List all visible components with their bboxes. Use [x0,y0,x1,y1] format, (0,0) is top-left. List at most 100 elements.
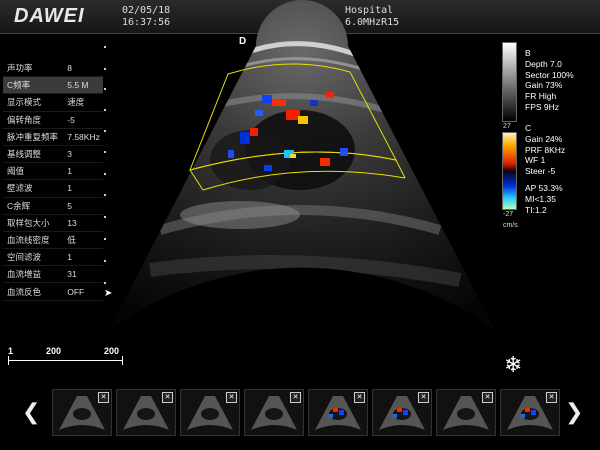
param-label: 血流线密度 [7,234,50,245]
info-line: AP 53.3% [525,182,563,193]
param-row-flow-gain[interactable]: 血流增益 31 [3,266,103,284]
color-velocity-bar [502,132,517,210]
info-line: FR High [525,91,557,102]
parameter-panel: 声功率 8 C频率 5.5 M 显示模式 速度 偏转角度 -5 脉冲重复频率 7.58KH… [3,60,103,301]
param-row-packet-size[interactable]: 取样包大小 13 [3,215,103,232]
param-label: 取样包大小 [7,217,50,228]
param-row-line-density[interactable]: 血流线密度 低 [3,232,103,250]
orientation-mark: D [239,36,247,47]
depth-dot [104,260,106,262]
grayscale-bar [502,42,517,122]
param-row-wall-filter[interactable]: 壁滤波 1 [3,180,103,198]
snowflake-icon[interactable]: ❄ [504,354,522,376]
param-label: 阈值 [7,166,25,177]
param-row-baseline[interactable]: 基线调整 3 [3,146,103,164]
cine-thumbnail[interactable]: ✕ [180,389,240,436]
depth-dot [104,216,106,218]
param-label: 偏转角度 [7,114,42,125]
param-label: 脉冲重复频率 [7,131,59,142]
cine-thumbnail[interactable]: ✕ [436,389,496,436]
param-row-invert[interactable]: 血流反色 OFF [3,283,103,301]
info-line: Sector 100% [525,69,574,80]
info-line: Steer -5 [525,166,556,177]
scale-mid: 200 [46,346,62,356]
focus-marker-icon: ➤ [104,288,113,299]
scale-end: 200 [104,346,120,356]
depth-dot [104,130,106,132]
param-value: 1 [67,252,72,263]
param-value: 1 [67,166,72,177]
param-value: 低 [67,234,76,245]
param-row-prf[interactable]: 脉冲重复频率 7.58KHz [3,129,103,146]
depth-dot [104,238,106,240]
param-row-steer-angle[interactable]: 偏转角度 -5 [3,112,103,129]
info-line: TI:1.2 [525,204,547,215]
close-icon[interactable]: ✕ [98,392,109,403]
param-value: 13 [67,217,77,228]
color-mode-info: C Gain 24% PRF 8KHz WF 1 Steer -5 AP 53.… [525,123,565,215]
depth-dot [104,173,106,175]
info-line: C [525,123,532,133]
cine-thumbnail[interactable]: ✕ [308,389,368,436]
param-value: 31 [67,269,77,280]
param-value: 5 [67,200,72,211]
info-line: Gain 73% [525,80,563,91]
param-label: 血流增益 [7,269,42,280]
info-line: MI<1.35 [525,193,556,204]
depth-dot [104,109,106,111]
cine-thumbnail[interactable]: ✕ [244,389,304,436]
depth-dot [104,151,106,153]
cine-thumbnail[interactable]: ✕ [372,389,432,436]
param-label: 血流反色 [7,286,42,297]
info-line: Gain 24% [525,133,563,144]
param-row-power[interactable]: 声功率 8 [3,60,103,78]
param-label: C余辉 [7,200,31,211]
param-label: C频率 [7,80,31,91]
param-value: 8 [67,63,72,74]
param-row-display-mode[interactable]: 显示模式 速度 [3,94,103,112]
cine-thumbnail[interactable]: ✕ [500,389,560,436]
cine-thumbnail[interactable]: ✕ [52,389,112,436]
cine-thumbnail[interactable]: ✕ [116,389,176,436]
colorbar-bottom-value: -27 [503,211,514,218]
param-row-persistence[interactable]: C余辉 5 [3,198,103,215]
depth-dot [104,194,106,196]
param-label: 壁滤波 [7,183,33,194]
chevron-right-icon[interactable]: ❯ [565,399,583,425]
depth-dot [104,46,106,48]
close-icon[interactable]: ✕ [546,392,557,403]
param-value: 7.58KHz [67,131,100,142]
info-line: Depth 7.0 [525,58,562,69]
depth-dot [104,88,106,90]
param-value: 速度 [67,97,85,108]
close-icon[interactable]: ✕ [162,392,173,403]
param-row-c-frequency[interactable]: C频率 5.5 M [3,77,103,95]
colorbar-unit: cm/s [503,222,518,229]
close-icon[interactable]: ✕ [226,392,237,403]
param-value: 1 [67,183,72,194]
scale-start: 1 [8,346,14,356]
depth-dot [104,68,106,70]
param-value: OFF [67,286,85,297]
param-label: 声功率 [7,63,33,74]
colorbar-top-value: 27 [503,123,511,130]
chevron-left-icon[interactable]: ❮ [22,399,40,425]
close-icon[interactable]: ✕ [290,392,301,403]
param-label: 显示模式 [7,97,42,108]
close-icon[interactable]: ✕ [354,392,365,403]
info-line: FPS 9Hz [525,101,560,112]
param-value: 5.5 M [67,80,89,91]
param-row-spatial-filter[interactable]: 空间滤波 1 [3,249,103,267]
info-line: PRF 8KHz [525,144,566,155]
param-value: 3 [67,149,72,160]
depth-dot [104,282,106,284]
param-value: -5 [67,114,75,125]
close-icon[interactable]: ✕ [418,392,429,403]
close-icon[interactable]: ✕ [482,392,493,403]
b-mode-info: B Depth 7.0 Sector 100% Gain 73% FR High… [525,48,574,113]
info-line: B [525,48,531,58]
param-row-threshold[interactable]: 阈值 1 [3,163,103,181]
info-line: WF 1 [525,155,546,166]
param-label: 空间滤波 [7,252,42,263]
param-label: 基线调整 [7,149,42,160]
